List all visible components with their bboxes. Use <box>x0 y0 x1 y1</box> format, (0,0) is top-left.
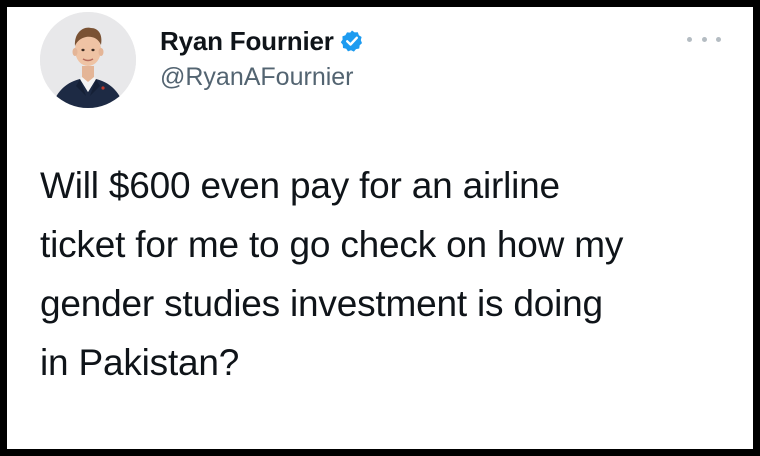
tweet-text-line: in Pakistan? <box>40 342 240 383</box>
tweet-text: Will $600 even pay for an airline ticket… <box>40 156 730 392</box>
more-dot <box>716 36 721 42</box>
author-display-name[interactable]: Ryan Fournier <box>160 26 334 57</box>
tweet-card: Ryan Fournier @RyanAFournier Will $600 e… <box>7 7 753 449</box>
tweet-text-line: Will $600 even pay for an airline <box>40 165 560 206</box>
tweet-header: Ryan Fournier @RyanAFournier <box>7 7 753 117</box>
more-options-icon[interactable] <box>687 29 721 49</box>
tweet-text-line: gender studies investment is doing <box>40 283 603 324</box>
author-handle[interactable]: @RyanAFournier <box>160 63 354 92</box>
avatar[interactable] <box>40 12 136 108</box>
verified-badge-icon <box>340 30 362 52</box>
profile-photo <box>40 12 136 108</box>
more-dot <box>687 36 692 42</box>
author-name-row[interactable]: Ryan Fournier <box>160 24 364 58</box>
more-dot <box>701 36 707 42</box>
tweet-text-line: ticket for me to go check on how my <box>40 224 624 265</box>
